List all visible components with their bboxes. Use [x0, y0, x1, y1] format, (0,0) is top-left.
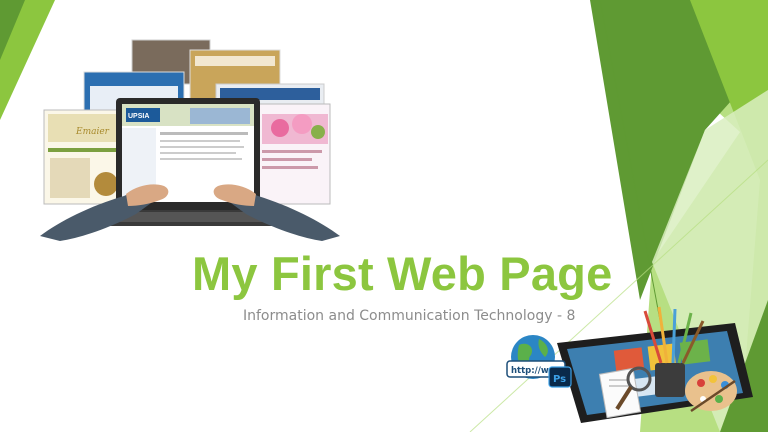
slide-title: My First Web Page [192, 247, 613, 300]
slide: Emaier UPSIA My First Web Page Informati… [0, 0, 768, 432]
photoshop-icon-text: Ps [553, 374, 566, 385]
laptop-with-web-pages-illustration: Emaier UPSIA [40, 39, 340, 241]
svg-text:Emaier: Emaier [75, 127, 110, 137]
laptop-site-logo-text: UPSIA [128, 113, 149, 120]
tablet-with-design-tools-illustration: http://www Ps [506, 306, 753, 423]
